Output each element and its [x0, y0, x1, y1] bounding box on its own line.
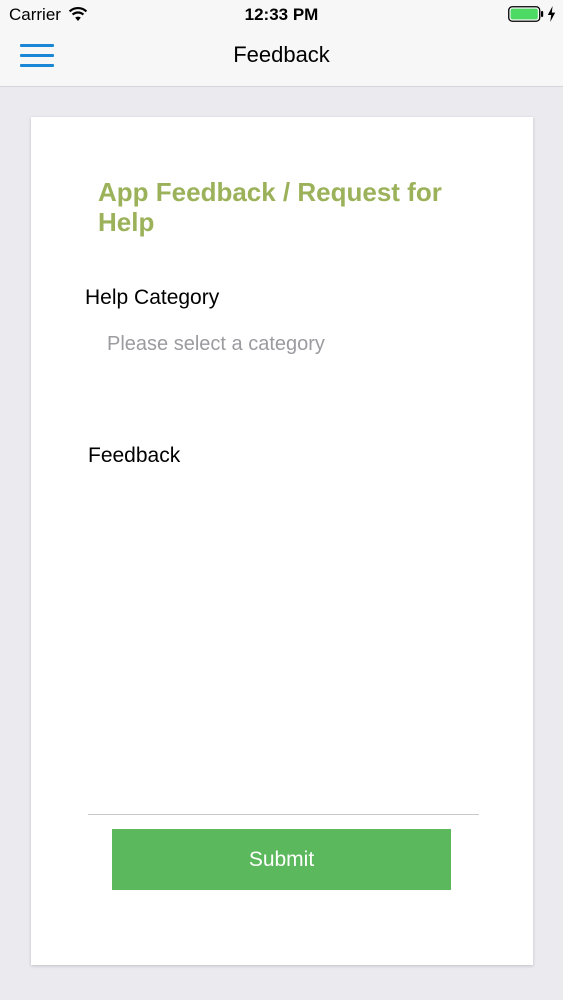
submit-button[interactable]: Submit: [112, 829, 451, 890]
divider: [88, 814, 479, 815]
status-bar: Carrier 12:33 PM: [0, 0, 563, 30]
page-title: Feedback: [233, 42, 330, 67]
feedback-form-card: App Feedback / Request for Help Help Cat…: [31, 117, 533, 965]
screen: Carrier 12:33 PM Feedback App Feedback /…: [0, 0, 563, 1000]
feedback-textarea[interactable]: [88, 479, 482, 813]
category-select[interactable]: Please select a category: [105, 327, 485, 361]
feedback-label: Feedback: [88, 444, 181, 467]
battery-icon: [508, 6, 544, 22]
status-time: 12:33 PM: [244, 5, 319, 24]
form-title: App Feedback / Request for Help: [98, 177, 442, 237]
help-category-label: Help Category: [85, 286, 220, 309]
navigation-bar: Feedback: [0, 30, 563, 87]
charging-bolt-icon: [547, 6, 556, 22]
